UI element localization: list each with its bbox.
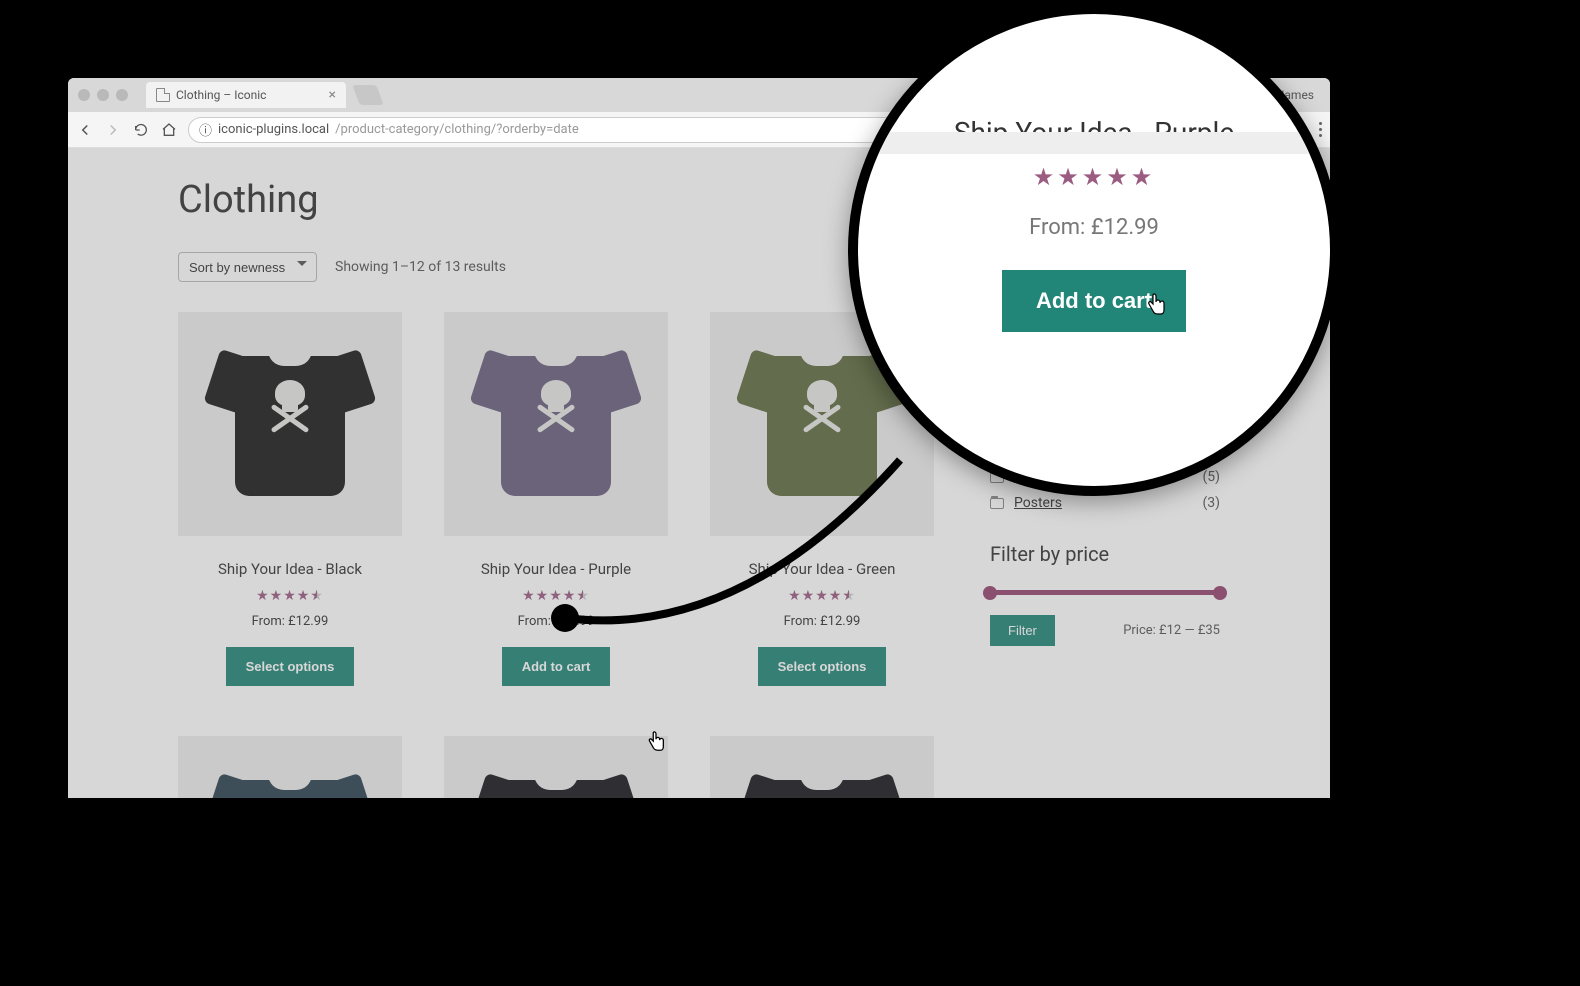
product-price: From: £12.99 bbox=[710, 614, 934, 629]
slider-handle-max[interactable] bbox=[1213, 586, 1227, 600]
zoom-product-price: From: £12.99 bbox=[1029, 215, 1159, 240]
product-card[interactable]: Ship Your Idea - Black ★★★★★ From: £12.9… bbox=[178, 312, 402, 686]
back-icon[interactable] bbox=[76, 121, 94, 139]
tab-close-icon[interactable]: × bbox=[329, 87, 336, 103]
info-icon: ⓘ bbox=[199, 120, 212, 139]
star-rating: ★★★★★ bbox=[710, 588, 934, 604]
url-path: /product-category/clothing/?orderby=date bbox=[335, 122, 579, 137]
zoom-product-image bbox=[858, 14, 1330, 104]
reload-icon[interactable] bbox=[132, 121, 150, 139]
browser-tab[interactable]: Clothing – Iconic × bbox=[146, 82, 346, 108]
star-rating: ★★★★★ bbox=[178, 588, 402, 604]
product-card[interactable] bbox=[444, 736, 668, 798]
product-image[interactable] bbox=[444, 312, 668, 536]
forward-icon[interactable] bbox=[104, 121, 122, 139]
filter-price-heading: Filter by price bbox=[990, 542, 1220, 566]
zoom-star-rating: ★★★★★ bbox=[1033, 163, 1156, 191]
zoom-bubble: Ship Your Idea - Purple ★★★★★ From: £12.… bbox=[848, 4, 1340, 496]
traffic-min-icon[interactable] bbox=[97, 89, 109, 101]
results-count: Showing 1–12 of 13 results bbox=[335, 259, 506, 275]
cursor-hand-icon bbox=[1144, 292, 1168, 318]
star-rating: ★★★★★ bbox=[444, 588, 668, 604]
slider-handle-min[interactable] bbox=[983, 586, 997, 600]
new-tab-button[interactable] bbox=[352, 85, 383, 105]
product-title: Ship Your Idea - Purple bbox=[444, 560, 668, 578]
product-card[interactable] bbox=[710, 736, 934, 798]
product-title: Ship Your Idea - Black bbox=[178, 560, 402, 578]
add-to-cart-button[interactable]: Add to cart bbox=[502, 647, 611, 686]
zoom-add-to-cart-button[interactable]: Add to cart bbox=[1002, 270, 1186, 332]
traffic-max-icon[interactable] bbox=[116, 89, 128, 101]
main-content: Clothing Sort by newness Showing 1–12 of… bbox=[178, 178, 950, 798]
product-grid: Ship Your Idea - Black ★★★★★ From: £12.9… bbox=[178, 312, 950, 686]
product-title: Ship Your Idea - Green bbox=[710, 560, 934, 578]
url-host: iconic-plugins.local bbox=[218, 122, 329, 137]
category-link[interactable]: Posters bbox=[1014, 495, 1062, 511]
home-icon[interactable] bbox=[160, 121, 178, 139]
traffic-close-icon[interactable] bbox=[78, 89, 90, 101]
folder-icon bbox=[990, 498, 1004, 509]
page-icon bbox=[156, 88, 170, 102]
price-slider[interactable] bbox=[990, 590, 1220, 595]
product-card[interactable] bbox=[178, 736, 402, 798]
category-count: (5) bbox=[1202, 469, 1220, 485]
category-count: (3) bbox=[1202, 495, 1220, 511]
window-controls[interactable] bbox=[78, 89, 128, 101]
sort-select[interactable]: Sort by newness bbox=[178, 252, 317, 282]
product-card[interactable]: Ship Your Idea - Purple ★★★★★ From: £12.… bbox=[444, 312, 668, 686]
product-price: From: £12.99 bbox=[178, 614, 402, 629]
page-title: Clothing bbox=[178, 178, 950, 222]
product-grid-row2 bbox=[178, 736, 950, 798]
product-price: From: £12.99 bbox=[444, 614, 668, 629]
tab-title: Clothing – Iconic bbox=[176, 88, 266, 102]
select-options-button[interactable]: Select options bbox=[226, 647, 355, 686]
product-image[interactable] bbox=[178, 312, 402, 536]
select-options-button[interactable]: Select options bbox=[758, 647, 887, 686]
results-toolbar: Sort by newness Showing 1–12 of 13 resul… bbox=[178, 252, 950, 282]
filter-button[interactable]: Filter bbox=[990, 615, 1055, 646]
filter-price-text: Price: £12 — £35 bbox=[1123, 623, 1220, 638]
